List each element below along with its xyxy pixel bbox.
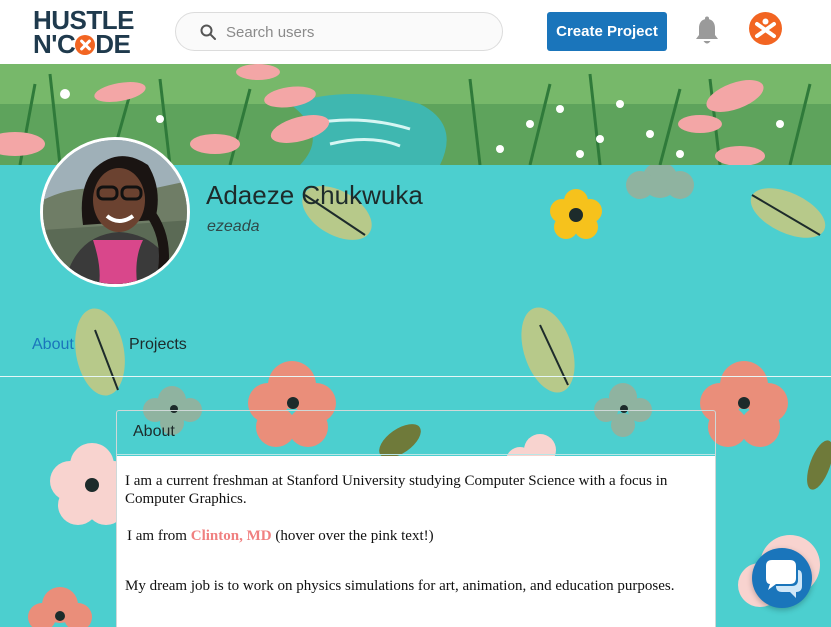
create-project-button[interactable]: Create Project (547, 12, 667, 51)
profile-name: Adaeze Chukwuka (206, 180, 423, 210)
tab-about[interactable]: About (32, 336, 74, 354)
profile-username: ezeada (207, 218, 260, 235)
profile-photo (40, 137, 190, 287)
search-icon (200, 24, 216, 40)
search-bar[interactable] (175, 12, 503, 51)
tab-projects[interactable]: Projects (129, 336, 187, 354)
about-card-title: About (133, 423, 175, 440)
hustle-code-avatar-icon (755, 18, 776, 38)
user-avatar-button[interactable] (749, 12, 782, 45)
chat-button[interactable] (752, 548, 812, 608)
about-paragraph-3: My dream job is to work on physics simul… (125, 578, 675, 594)
about-card-header: About (117, 411, 715, 455)
logo-line2: N'C DE (33, 29, 131, 59)
about-paragraph-1: I am a current freshman at Stanford Univ… (125, 473, 668, 507)
logo-x-icon (75, 35, 96, 55)
bell-icon[interactable] (693, 16, 721, 46)
hustle-ncode-logo[interactable]: HUSTLE N'C DE (33, 7, 145, 59)
about-card: About I am a current freshman at Stanfor… (116, 410, 716, 627)
hometown-hover-link[interactable]: Clinton, MD (191, 528, 272, 544)
search-input[interactable] (226, 21, 486, 43)
chat-bubble-icon (766, 560, 802, 598)
top-nav: HUSTLE N'CDE Create Project (0, 0, 831, 64)
about-card-body: I am a current freshman at Stanford Univ… (117, 456, 715, 627)
profile-photo-image (43, 140, 187, 284)
about-paragraph-2: I am from Clinton, MD (hover over the pi… (127, 528, 434, 544)
tabs-divider (0, 376, 831, 377)
